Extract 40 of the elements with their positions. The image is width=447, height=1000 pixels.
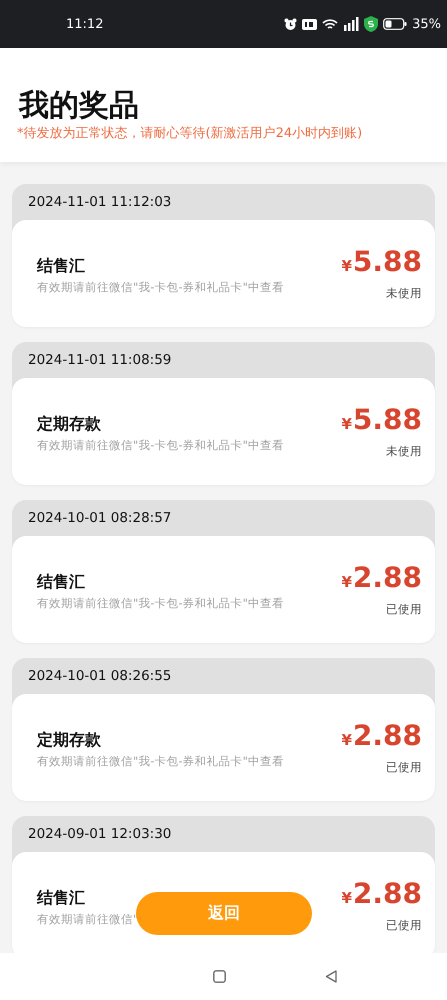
battery-percent: 35% <box>412 16 441 32</box>
usage-status: 已使用 <box>386 918 422 933</box>
currency-symbol: ¥ <box>341 257 352 275</box>
usage-status: 已使用 <box>386 602 422 617</box>
prize-time: 2024-09-01 12:03:30 <box>28 826 172 842</box>
usage-status: 未使用 <box>386 286 422 301</box>
prize-name: 结售汇 <box>37 256 86 277</box>
usage-status: 未使用 <box>386 444 422 459</box>
clock-time: 11:12 <box>66 16 104 32</box>
currency-symbol: ¥ <box>341 415 352 433</box>
prize-description: 有效期请前往微信"我-卡包-券和礼品卡"中查看 <box>37 754 284 769</box>
prize-name: 定期存款 <box>37 414 102 435</box>
prize-name: 结售汇 <box>37 888 86 909</box>
prize-amount: 2.88 <box>352 878 422 910</box>
prize-amount: 2.88 <box>352 562 422 594</box>
prize-description: 有效期请前往微信"我-卡包-券和礼品卡"中查看 <box>37 596 284 611</box>
page-title: 我的奖品 <box>19 88 140 124</box>
notice-text: *待发放为正常状态，请耐心等待(新激活用户24小时内到账) <box>17 125 364 143</box>
prize-description: 有效期请前往微信"我-卡包-券和礼品卡"中查看 <box>37 438 284 453</box>
signal-icon <box>343 17 360 31</box>
prize-time: 2024-11-01 11:12:03 <box>28 194 172 210</box>
back-button[interactable]: 返回 <box>136 892 312 935</box>
prize-description: 有效期请前往微信"我-卡包-券和礼品卡"中查看 <box>37 280 284 295</box>
prize-amount: 2.88 <box>352 720 422 752</box>
prize-amount: 5.88 <box>352 246 422 278</box>
battery-icon <box>383 18 408 30</box>
currency-symbol: ¥ <box>341 731 352 749</box>
prize-name: 定期存款 <box>37 730 102 751</box>
shield-icon <box>364 16 378 32</box>
prize-time: 2024-10-01 08:26:55 <box>28 668 172 684</box>
prize-time: 2024-10-01 08:28:57 <box>28 510 172 526</box>
currency-symbol: ¥ <box>341 889 352 907</box>
home-icon[interactable] <box>213 970 226 983</box>
prize-amount: 5.88 <box>352 404 422 436</box>
prize-time: 2024-11-01 11:08:59 <box>28 352 172 368</box>
usage-status: 已使用 <box>386 760 422 775</box>
back-icon[interactable] <box>325 970 337 983</box>
currency-symbol: ¥ <box>341 573 352 591</box>
wifi-icon <box>322 18 338 30</box>
prize-name: 结售汇 <box>37 572 86 593</box>
